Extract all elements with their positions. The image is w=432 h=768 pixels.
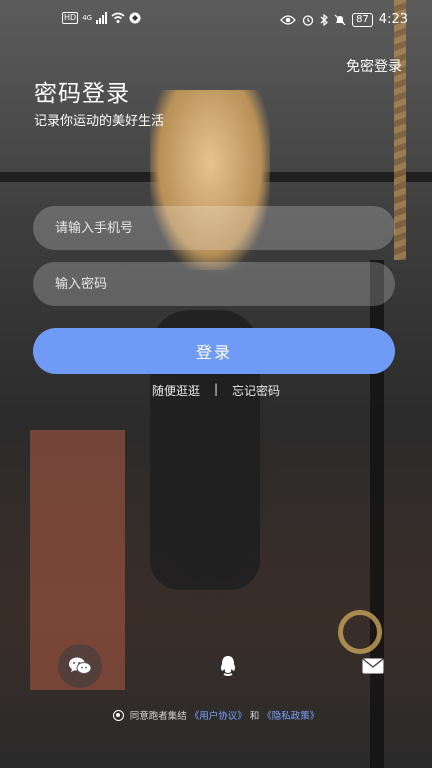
status-left: HD 4G <box>62 12 141 24</box>
page-subtitle: 记录你运动的美好生活 <box>34 114 165 129</box>
status-bar: HD 4G 87 4:23 <box>0 0 432 40</box>
wifi-icon <box>111 12 125 23</box>
agreement-and: 和 <box>249 711 260 722</box>
links-separator: | <box>213 382 219 396</box>
eye-icon <box>280 14 296 25</box>
user-agreement-link[interactable]: 《用户协议》 <box>190 708 247 722</box>
bluetooth-icon <box>320 13 328 26</box>
mute-bell-icon <box>334 14 346 25</box>
battery-indicator: 87 <box>352 12 373 27</box>
qq-login-button[interactable] <box>206 644 250 688</box>
password-input[interactable] <box>33 262 395 306</box>
hd-badge: HD <box>62 12 79 24</box>
network-type: 4G <box>82 14 93 22</box>
alarm-icon <box>302 14 314 26</box>
qq-icon <box>221 656 235 676</box>
clock: 4:23 <box>378 12 408 27</box>
browse-link[interactable]: 随便逛逛 <box>152 382 200 399</box>
email-login-button[interactable] <box>351 644 395 688</box>
passwordless-login-link[interactable]: 免密登录 <box>346 56 402 76</box>
wechat-login-button[interactable] <box>58 644 102 688</box>
agree-radio[interactable] <box>112 709 124 721</box>
agreement-prefix: 同意跑者集结 <box>129 711 187 722</box>
login-button[interactable]: 登录 <box>33 328 395 374</box>
agreement-row: 同意跑者集结 《用户协议》 和 《隐私政策》 <box>0 708 432 722</box>
privacy-policy-link[interactable]: 《隐私政策》 <box>262 708 319 722</box>
mail-icon <box>362 658 384 674</box>
signal-icon <box>96 12 108 24</box>
phone-input[interactable] <box>33 206 395 250</box>
secondary-links: 随便逛逛 | 忘记密码 <box>0 382 432 399</box>
app-notification-icon <box>129 12 141 24</box>
wechat-icon <box>69 657 92 674</box>
page-title: 密码登录 <box>34 81 130 107</box>
status-right: 87 4:23 <box>280 12 408 27</box>
forgot-password-link[interactable]: 忘记密码 <box>232 382 280 399</box>
